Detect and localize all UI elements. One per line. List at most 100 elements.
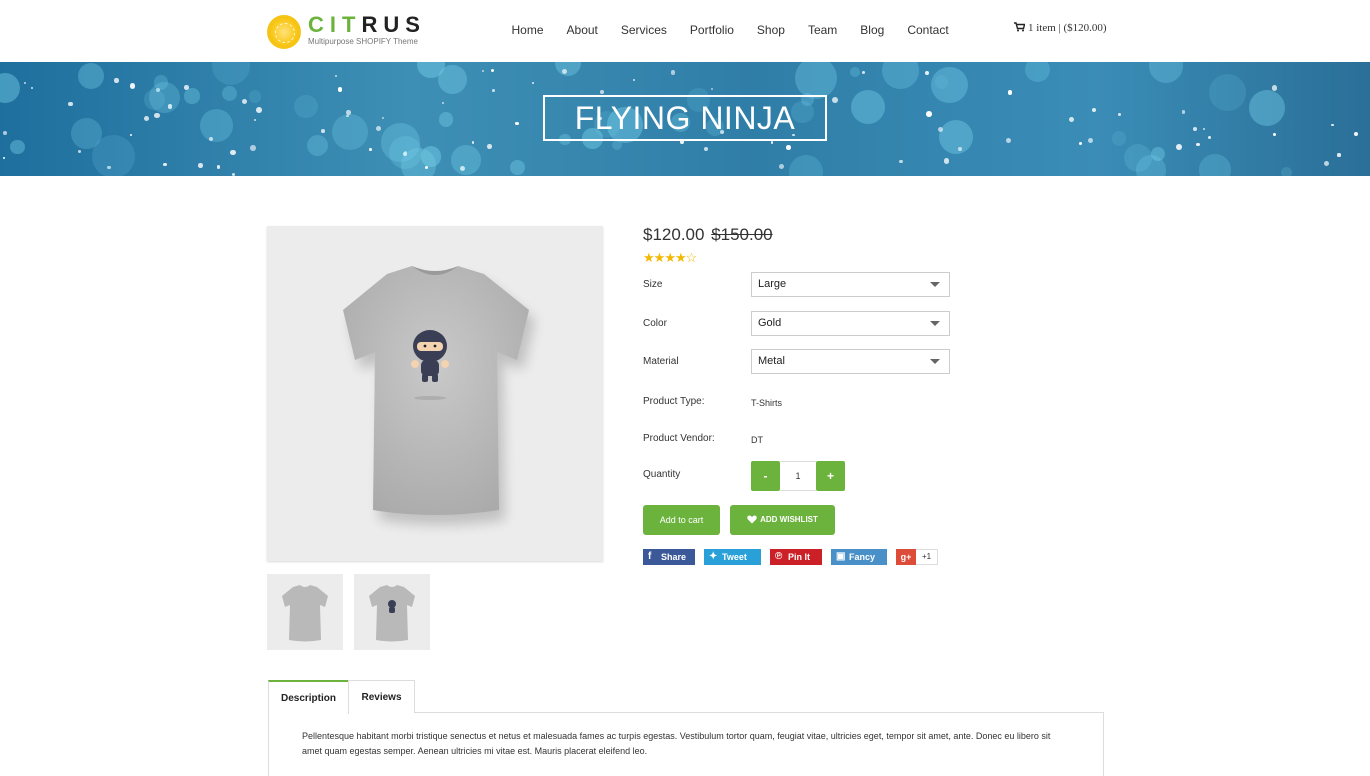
star-filled-icon: ★ [664,250,676,265]
share-twitter-button[interactable]: ✦ Tweet [704,549,761,565]
bokeh-dot [1150,147,1165,162]
bokeh-dot [1323,161,1329,167]
main-nav: Home About Services Portfolio Shop Team … [500,22,960,38]
bokeh-dot [938,120,973,155]
bokeh-dot [1202,128,1206,131]
share-fancy-button[interactable]: ▣ Fancy [831,549,887,565]
site-logo[interactable]: CITRUS Multipurpose SHOPIFY Theme [267,12,427,50]
google-plus-count: +1 [916,549,939,565]
bokeh-dot [1272,85,1278,91]
tab-reviews[interactable]: Reviews [348,680,415,713]
bokeh-dot [376,126,382,132]
bokeh-dot [1354,132,1359,137]
bokeh-dot [369,148,372,151]
material-select[interactable]: Metal [751,349,950,374]
color-select[interactable]: Gold [751,311,950,336]
bokeh-dot [882,62,919,90]
nav-portfolio[interactable]: Portfolio [678,22,745,38]
bokeh-dot [487,144,492,149]
nav-team[interactable]: Team [796,22,848,38]
product-type-label: Product Type: [643,396,705,407]
bokeh-dot [599,90,604,94]
bokeh-dot [934,75,949,89]
bokeh-dot [230,150,236,156]
bokeh-dot [1331,124,1334,127]
bokeh-dot [612,139,623,150]
bokeh-dot [293,94,318,119]
nav-shop[interactable]: Shop [745,22,796,38]
bokeh-dot [1199,154,1231,176]
nav-home[interactable]: Home [500,22,555,38]
bokeh-dot [831,97,838,103]
bokeh-dot [381,116,385,119]
bokeh-dot [794,62,838,100]
bokeh-dot [492,89,495,92]
size-label: Size [643,279,663,290]
bokeh-dot [924,70,930,75]
bokeh-dot [531,81,534,85]
bokeh-dot [321,128,326,133]
caret-down-icon [930,282,940,287]
twitter-icon: ✦ [709,551,718,562]
lemon-slice-icon [267,15,301,49]
nav-blog[interactable]: Blog [849,22,896,38]
bokeh-dot [162,162,167,167]
page-title: FLYING NINJA [543,95,827,141]
bokeh-dot [1248,89,1286,127]
bokeh-dot [1079,141,1082,145]
product-vendor-value: DT [751,435,763,445]
bokeh-dot [1337,153,1341,157]
tab-description[interactable]: Description [268,680,349,714]
cart-summary-link[interactable]: 1 item | ($120.00) [1014,22,1107,34]
bokeh-dot [331,113,369,151]
share-facebook-button[interactable]: f Share [643,549,695,565]
bokeh-dot [925,111,932,118]
bokeh-dot [1193,127,1197,131]
quantity-input[interactable]: 1 [780,461,816,491]
bokeh-dot [849,66,860,77]
share-pinterest-button[interactable]: ℗ Pin It [770,549,822,565]
bokeh-dot [250,145,256,151]
bokeh-dot [1117,112,1121,117]
size-select[interactable]: Large [751,272,950,297]
cart-summary-text: 1 item | ($120.00) [1028,22,1107,34]
bokeh-dot [211,62,251,86]
star-filled-icon: ★ [674,250,687,265]
bokeh-dot [420,146,442,167]
bokeh-dot [77,63,105,90]
rating-stars: ★★★★☆ [643,250,697,266]
bokeh-dot [3,130,7,135]
bokeh-dot [30,86,33,89]
old-price: $150.00 [711,225,773,244]
google-plus-icon[interactable]: g+ [896,549,916,565]
add-wishlist-button[interactable]: ADD WISHLIST [730,505,835,535]
bokeh-dot [704,146,709,152]
fancy-icon: ▣ [836,551,846,562]
facebook-icon: f [648,551,652,562]
nav-services[interactable]: Services [609,22,678,38]
current-price: $120.00 [643,225,705,244]
heart-icon [747,515,757,524]
cart-icon [1014,22,1026,32]
bokeh-dot [862,70,866,75]
bokeh-dot [92,134,136,176]
bokeh-dot [2,156,6,160]
bokeh-dot [200,109,233,143]
bokeh-dot [381,123,420,162]
bokeh-dot [778,163,784,169]
nav-contact[interactable]: Contact [896,22,960,38]
bokeh-dot [1209,73,1247,111]
nav-about[interactable]: About [555,22,609,38]
bokeh-dot [1208,136,1212,140]
bokeh-dot [114,78,119,83]
quantity-decrease-button[interactable]: - [751,461,780,491]
add-to-cart-button[interactable]: Add to cart [643,505,720,535]
bokeh-dot [632,78,636,81]
bokeh-dot [0,72,20,103]
product-thumbnail-1[interactable] [267,574,343,650]
quantity-increase-button[interactable]: + [816,461,845,491]
bokeh-dot [221,85,237,101]
bokeh-dot [1007,90,1013,95]
product-thumbnail-2[interactable] [354,574,430,650]
product-main-image[interactable] [267,226,603,561]
